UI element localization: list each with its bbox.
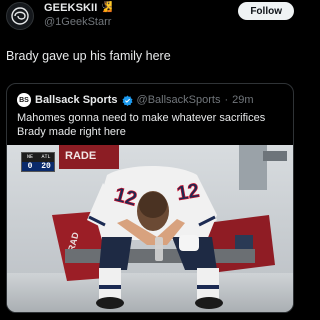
swirl-logo-icon bbox=[11, 7, 29, 25]
quoted-timestamp[interactable]: 29m bbox=[232, 94, 253, 106]
verified-badge-icon bbox=[122, 95, 133, 106]
author-avatar[interactable] bbox=[6, 2, 34, 30]
follow-button[interactable]: Follow bbox=[238, 2, 294, 20]
score-left: 0 bbox=[22, 162, 38, 171]
avatar-initials: BS bbox=[19, 96, 29, 104]
quoted-author-name[interactable]: Ballsack Sports bbox=[35, 94, 118, 106]
scoreboard-teams: NE ATL bbox=[22, 153, 54, 162]
person-emoji-icon: 🧏 bbox=[100, 2, 113, 13]
author-display-name[interactable]: GEEKSKII bbox=[44, 2, 97, 14]
quoted-author-handle[interactable]: @BallsackSports bbox=[137, 94, 221, 106]
scoreboard-scores: 0 20 bbox=[22, 162, 54, 171]
team-right: ATL bbox=[41, 154, 51, 160]
quoted-tweet-header: BS Ballsack Sports @BallsackSports · 29m bbox=[17, 93, 254, 107]
quoted-tweet-card[interactable]: BS Ballsack Sports @BallsackSports · 29m… bbox=[6, 83, 294, 313]
score-right: 20 bbox=[38, 162, 54, 171]
quoted-tweet-text: Mahomes gonna need to make whatever sacr… bbox=[17, 112, 266, 138]
author-handle[interactable]: @1GeekStarr bbox=[44, 16, 113, 28]
quoted-author-avatar[interactable]: BS bbox=[17, 93, 31, 107]
quoted-tweet-image[interactable]: RADE GRAD 12 12 NE ATL 0 20 bbox=[7, 145, 293, 312]
author-names: GEEKSKII 🧏 @1GeekStarr bbox=[44, 2, 113, 28]
jersey-number-right: 12 bbox=[175, 180, 201, 206]
scoreboard: NE ATL 0 20 bbox=[21, 152, 55, 172]
separator-dot: · bbox=[224, 94, 229, 106]
wall-text: RADE bbox=[65, 150, 96, 162]
tweet-header: GEEKSKII 🧏 @1GeekStarr Follow bbox=[6, 2, 294, 42]
tweet-text: Brady gave up his family here bbox=[6, 49, 171, 63]
team-left: NE bbox=[26, 154, 33, 160]
